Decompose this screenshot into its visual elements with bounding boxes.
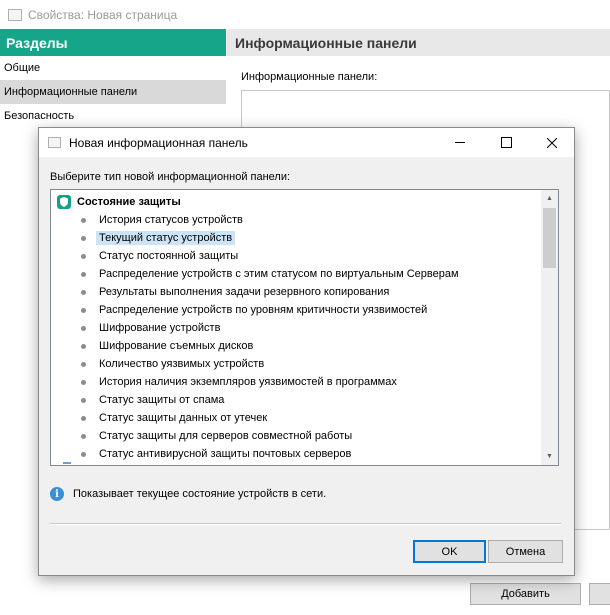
sidebar-item-dashboards[interactable]: Информационные панели	[0, 80, 226, 104]
window-titlebar: Свойства: Новая страница	[0, 0, 610, 29]
tree-partial-item	[63, 462, 71, 464]
tree-item[interactable]: Количество уязвимых устройств	[73, 355, 267, 373]
tree-item-label: Шифрование устройств	[99, 322, 221, 334]
content-header: Информационные панели	[227, 29, 610, 56]
bullet-icon	[81, 379, 86, 385]
tree-item-label: История статусов устройств	[99, 214, 243, 226]
tree-item-label: История наличия экземпляров уязвимостей …	[99, 376, 397, 388]
window-title: Свойства: Новая страница	[28, 7, 178, 22]
add-button[interactable]: Добавить	[470, 583, 581, 605]
close-icon	[547, 137, 557, 148]
shield-icon	[57, 195, 71, 209]
tree-item[interactable]: Шифрование съемных дисков	[73, 337, 256, 355]
tree-item[interactable]: История наличия экземпляров уязвимостей …	[73, 373, 400, 391]
tree-item-label: Статус защиты для серверов совместной ра…	[99, 430, 353, 442]
ok-button[interactable]: OK	[413, 540, 486, 563]
cancel-button[interactable]: Отмена	[488, 540, 563, 563]
maximize-button[interactable]	[483, 128, 529, 157]
tree-item[interactable]: Статус защиты от спама	[73, 391, 227, 409]
bullet-icon	[81, 307, 86, 313]
info-row: i Показывает текущее состояние устройств…	[50, 485, 326, 503]
tree-item[interactable]: Шифрование устройств	[73, 319, 223, 337]
window-app-icon	[8, 8, 22, 21]
tree-item[interactable]: Статус защиты данных от утечек	[73, 409, 270, 427]
tree-item-label: Шифрование съемных дисков	[99, 340, 254, 352]
bullet-icon	[81, 415, 86, 421]
bullet-icon	[81, 343, 86, 349]
tree-item[interactable]: Статус антивирусной защиты почтовых серв…	[73, 445, 354, 463]
dialog-title: Новая информационная панель	[69, 135, 248, 150]
tree-group-protection-status[interactable]: Состояние защиты	[57, 193, 181, 211]
tree-item-label: Статус защиты от спама	[99, 394, 225, 406]
tree-item[interactable]: Распределение устройств по уровням крити…	[73, 301, 430, 319]
tree-scrollbar[interactable]: ▲ ▼	[541, 190, 558, 465]
scroll-up-icon[interactable]: ▲	[541, 190, 558, 207]
maximize-icon	[500, 137, 512, 148]
sidebar-item-general[interactable]: Общие	[0, 56, 226, 80]
tree-item-label: Статус антивирусной защиты почтовых серв…	[99, 448, 352, 460]
scroll-down-icon[interactable]: ▼	[541, 448, 558, 465]
close-button[interactable]	[529, 128, 575, 157]
dialog-app-icon	[48, 137, 61, 148]
tree-item-label: Распределение устройств по уровням крити…	[99, 304, 428, 316]
tree-item[interactable]: Распределение устройств с этим статусом …	[73, 265, 462, 283]
tree-item[interactable]: Результаты выполнения задачи резервного …	[73, 283, 392, 301]
tree-item[interactable]: Текущий статус устройств	[73, 229, 236, 247]
info-icon: i	[50, 487, 64, 501]
bullet-icon	[81, 325, 86, 331]
bullet-icon	[81, 235, 86, 241]
bullet-icon	[81, 397, 86, 403]
divider-highlight	[50, 524, 561, 525]
info-text: Показывает текущее состояние устройств в…	[73, 488, 327, 500]
bullet-icon	[81, 271, 86, 277]
dashboards-label: Информационные панели:	[241, 71, 378, 83]
tree-item-label: Статус постоянной защиты	[99, 250, 239, 262]
bullet-icon	[81, 433, 86, 439]
tree-group-label: Состояние защиты	[77, 196, 181, 208]
tree-item-label: Статус защиты данных от утечек	[99, 412, 268, 424]
bullet-icon	[81, 217, 86, 223]
bullet-icon	[81, 253, 86, 259]
tree-item[interactable]: Статус защиты для серверов совместной ра…	[73, 427, 355, 445]
tree-item[interactable]: Статус постоянной защиты	[73, 247, 241, 265]
minimize-icon	[455, 142, 465, 143]
bullet-icon	[81, 361, 86, 367]
tree-item-label: Текущий статус устройств	[96, 231, 236, 245]
sidebar-item-security[interactable]: Безопасность	[0, 104, 226, 128]
bullet-icon	[81, 451, 86, 457]
minimize-button[interactable]	[437, 128, 483, 157]
tree-item-label: Распределение устройств с этим статусом …	[99, 268, 459, 280]
new-dashboard-dialog: Новая информационная панель Выберите тип…	[38, 127, 575, 576]
tree-item-label: Количество уязвимых устройств	[99, 358, 265, 370]
dialog-titlebar: Новая информационная панель	[39, 128, 574, 157]
dialog-prompt: Выберите тип новой информационной панели…	[50, 171, 291, 183]
tree-item-label: Результаты выполнения задачи резервного …	[99, 286, 390, 298]
bullet-icon	[81, 289, 86, 295]
secondary-button[interactable]	[589, 583, 610, 605]
scroll-thumb[interactable]	[543, 208, 556, 268]
tree-item[interactable]: История статусов устройств	[73, 211, 246, 229]
sidebar-header: Разделы	[0, 29, 226, 56]
dashboard-type-tree[interactable]: Состояние защиты История статусов устрой…	[50, 189, 559, 466]
